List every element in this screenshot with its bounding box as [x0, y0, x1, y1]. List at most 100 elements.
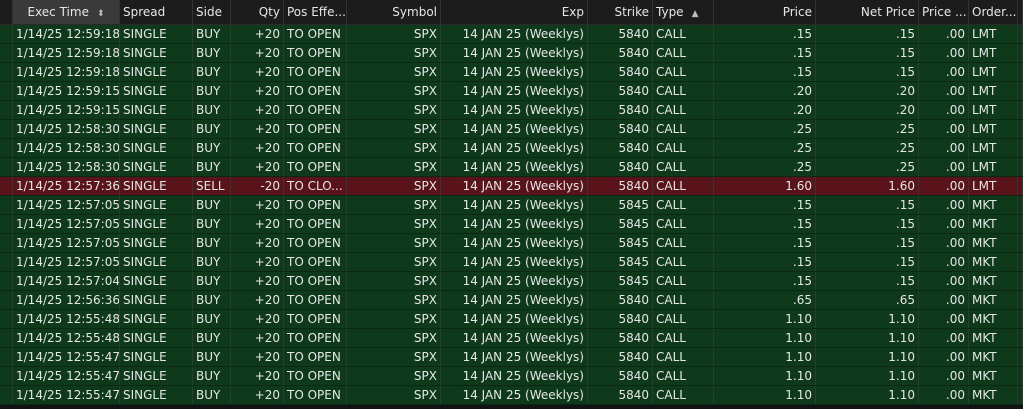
table-row-buy[interactable]: 1/14/25 12:56:36 SINGLE BUY +20 TO OPEN SPX 14… [0, 291, 1023, 310]
table-row-buy[interactable]: 1/14/25 12:59:18 SINGLE BUY +20 TO OPEN SPX 14… [0, 25, 1023, 44]
cell-strike: 5845 [588, 234, 653, 252]
cell-order-type: MKT [969, 310, 1018, 328]
cell-order-type: LMT [969, 120, 1018, 138]
table-row-buy[interactable]: 1/14/25 12:57:05 SINGLE BUY +20 TO OPEN SPX 14… [0, 234, 1023, 253]
cell-net-price: .25 [816, 139, 919, 157]
cell-order-type: LMT [969, 101, 1018, 119]
table-row-buy[interactable]: 1/14/25 12:58:30 SINGLE BUY +20 TO OPEN SPX 14… [0, 120, 1023, 139]
table-row-buy[interactable]: 1/14/25 12:57:04 SINGLE BUY +20 TO OPEN SPX 14… [0, 272, 1023, 291]
cell-price-impr: .00 [919, 386, 969, 404]
column-header-price-impr[interactable]: Price ... [919, 0, 969, 24]
row-end [1018, 158, 1023, 176]
cell-net-price: .15 [816, 196, 919, 214]
table-row-buy[interactable]: 1/14/25 12:58:30 SINGLE BUY +20 TO OPEN SPX 14… [0, 139, 1023, 158]
row-end [1018, 386, 1023, 404]
cell-pos-effect: TO OPEN [284, 386, 347, 404]
cell-symbol: SPX [347, 215, 441, 233]
column-header-exp[interactable]: Exp [441, 0, 588, 24]
cell-spread: SINGLE [120, 82, 193, 100]
cell-spread: SINGLE [120, 386, 193, 404]
cell-symbol: SPX [347, 177, 441, 195]
column-header-symbol[interactable]: Symbol [347, 0, 441, 24]
cell-net-price: .20 [816, 82, 919, 100]
cell-exec-time: 1/14/25 12:55:47 [13, 348, 120, 366]
cell-type: CALL [653, 158, 714, 176]
column-header-spread[interactable]: Spread [120, 0, 193, 24]
table-row-sell[interactable]: 1/14/25 12:57:36 SINGLE SELL -20 TO CLO... SP… [0, 177, 1023, 196]
cell-side: SELL [193, 177, 231, 195]
column-header-strike[interactable]: Strike [588, 0, 653, 24]
cell-symbol: SPX [347, 120, 441, 138]
cell-type: CALL [653, 234, 714, 252]
cell-pos-effect: TO CLO... [284, 177, 347, 195]
cell-qty: +20 [231, 25, 284, 43]
cell-price-impr: .00 [919, 215, 969, 233]
cell-side: BUY [193, 348, 231, 366]
column-header-type[interactable]: Type ▲ [653, 0, 714, 24]
cell-spread: SINGLE [120, 120, 193, 138]
cell-qty: +20 [231, 63, 284, 81]
cell-exp: 14 JAN 25 (Weeklys) [441, 120, 588, 138]
column-header-order-type[interactable]: Order... [969, 0, 1018, 24]
table-row-buy[interactable]: 1/14/25 12:55:47 SINGLE BUY +20 TO OPEN SPX 14… [0, 386, 1023, 405]
cell-strike: 5840 [588, 348, 653, 366]
sort-ascending-icon[interactable]: ▲ [692, 9, 699, 19]
cell-order-type: LMT [969, 44, 1018, 62]
cell-symbol: SPX [347, 291, 441, 309]
cell-price: .15 [714, 253, 816, 271]
column-header-label: Spread [123, 5, 166, 19]
cell-exec-time: 1/14/25 12:55:48 [13, 310, 120, 328]
table-row-buy[interactable]: 1/14/25 12:57:05 SINGLE BUY +20 TO OPEN SPX 14… [0, 215, 1023, 234]
cell-qty: +20 [231, 82, 284, 100]
cell-exec-time: 1/14/25 12:55:47 [13, 386, 120, 404]
cell-exp: 14 JAN 25 (Weeklys) [441, 158, 588, 176]
column-header-qty[interactable]: Qty [231, 0, 284, 24]
table-row-buy[interactable]: 1/14/25 12:59:18 SINGLE BUY +20 TO OPEN SPX 14… [0, 44, 1023, 63]
table-row-buy[interactable]: 1/14/25 12:55:47 SINGLE BUY +20 TO OPEN SPX 14… [0, 348, 1023, 367]
cell-type: CALL [653, 177, 714, 195]
cell-exp: 14 JAN 25 (Weeklys) [441, 253, 588, 271]
column-header-side[interactable]: Side [193, 0, 231, 24]
cell-spread: SINGLE [120, 44, 193, 62]
cell-price: .15 [714, 215, 816, 233]
cell-net-price: .15 [816, 63, 919, 81]
cell-side: BUY [193, 44, 231, 62]
cell-type: CALL [653, 367, 714, 385]
table-row-buy[interactable]: 1/14/25 12:55:47 SINGLE BUY +20 TO OPEN SPX 14… [0, 367, 1023, 386]
table-row-buy[interactable]: 1/14/25 12:59:18 SINGLE BUY +20 TO OPEN SPX 14… [0, 63, 1023, 82]
cell-strike: 5845 [588, 253, 653, 271]
cell-exp: 14 JAN 25 (Weeklys) [441, 177, 588, 195]
cell-exp: 14 JAN 25 (Weeklys) [441, 63, 588, 81]
cell-order-type: MKT [969, 367, 1018, 385]
cell-price: 1.60 [714, 177, 816, 195]
cell-side: BUY [193, 25, 231, 43]
cell-pos-effect: TO OPEN [284, 215, 347, 233]
cell-spread: SINGLE [120, 234, 193, 252]
column-header-net-price[interactable]: Net Price [816, 0, 919, 24]
table-row-buy[interactable]: 1/14/25 12:55:48 SINGLE BUY +20 TO OPEN SPX 14… [0, 329, 1023, 348]
column-header-pos-effect[interactable]: Pos Effe... [284, 0, 347, 24]
cell-qty: +20 [231, 158, 284, 176]
column-header-price[interactable]: Price [714, 0, 816, 24]
cell-side: BUY [193, 234, 231, 252]
column-header-exec-time[interactable]: Exec Time ⬍ [13, 0, 120, 24]
table-row-buy[interactable]: 1/14/25 12:57:05 SINGLE BUY +20 TO OPEN SPX 14… [0, 253, 1023, 272]
table-row-buy[interactable]: 1/14/25 12:59:15 SINGLE BUY +20 TO OPEN SPX 14… [0, 101, 1023, 120]
cell-order-type: MKT [969, 234, 1018, 252]
cell-price-impr: .00 [919, 120, 969, 138]
table-row-buy[interactable]: 1/14/25 12:55:48 SINGLE BUY +20 TO OPEN SPX 14… [0, 310, 1023, 329]
cell-net-price: .15 [816, 25, 919, 43]
cell-symbol: SPX [347, 44, 441, 62]
table-row-buy[interactable]: 1/14/25 12:58:30 SINGLE BUY +20 TO OPEN SPX 14… [0, 158, 1023, 177]
table-row-buy[interactable]: 1/14/25 12:57:05 SINGLE BUY +20 TO OPEN SPX 14… [0, 196, 1023, 215]
table-row-buy[interactable]: 1/14/25 12:59:15 SINGLE BUY +20 TO OPEN SPX 14… [0, 82, 1023, 101]
cell-type: CALL [653, 101, 714, 119]
sort-both-icon[interactable]: ⬍ [97, 9, 105, 19]
cell-qty: +20 [231, 139, 284, 157]
cell-price-impr: .00 [919, 272, 969, 290]
cell-side: BUY [193, 386, 231, 404]
cell-order-type: LMT [969, 82, 1018, 100]
cell-spread: SINGLE [120, 272, 193, 290]
cell-type: CALL [653, 310, 714, 328]
cell-order-type: MKT [969, 386, 1018, 404]
